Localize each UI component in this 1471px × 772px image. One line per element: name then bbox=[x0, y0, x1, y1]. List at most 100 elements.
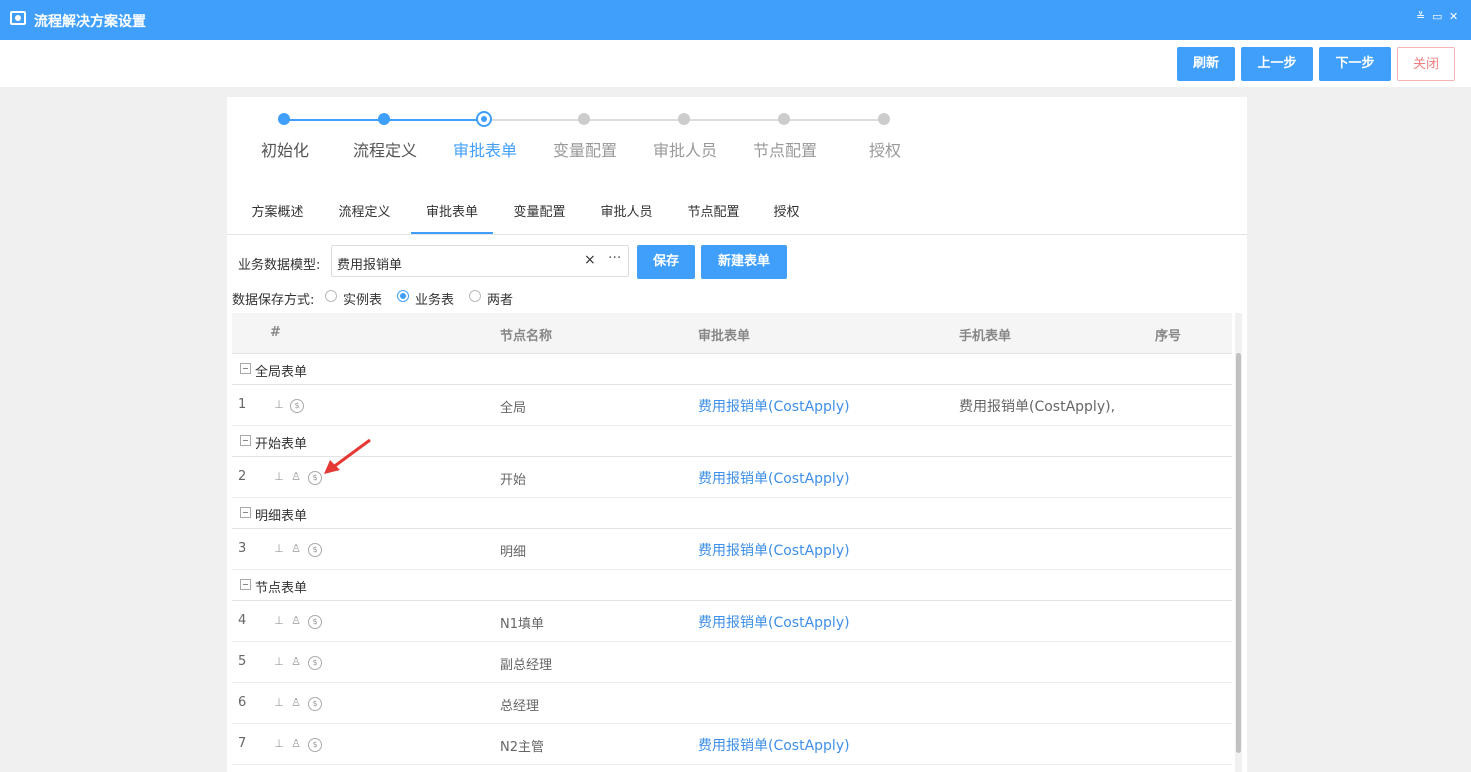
form-icon[interactable]: $ bbox=[290, 399, 304, 413]
step-label-6[interactable]: 节点配置 bbox=[735, 137, 835, 161]
stamp-icon[interactable]: ⊥ bbox=[273, 656, 285, 668]
user-icon[interactable]: ♙ bbox=[290, 656, 302, 668]
maximize-icon[interactable]: ▭ bbox=[1432, 10, 1442, 23]
header-node-name: 节点名称 bbox=[500, 329, 553, 344]
row-approval-form-link[interactable]: 费用报销单(CostApply) bbox=[698, 735, 850, 755]
tab-process-definition[interactable]: 流程定义 bbox=[327, 201, 402, 232]
step-label-7[interactable]: 授权 bbox=[835, 137, 935, 161]
grid-scrollbar[interactable] bbox=[1235, 313, 1242, 772]
row-node-name: N2主管 bbox=[500, 740, 544, 755]
table-row[interactable]: 4 ⊥ ♙ $ N1填单 费用报销单(CostApply) bbox=[232, 601, 1232, 642]
annotation-arrow-icon bbox=[324, 438, 371, 474]
table-row[interactable]: 1 ⊥ $ 全局 费用报销单(CostApply) 费用报销单(CostAppl… bbox=[232, 385, 1232, 426]
collapse-toggle-icon[interactable] bbox=[240, 363, 251, 374]
model-value: 费用报销单 bbox=[337, 258, 403, 273]
row-node-name: N1填单 bbox=[500, 617, 544, 632]
settings-app-icon bbox=[10, 11, 26, 25]
window-title: 流程解决方案设置 bbox=[34, 14, 146, 30]
stamp-icon[interactable]: ⊥ bbox=[273, 697, 285, 709]
group-row-global[interactable]: 全局表单 bbox=[232, 354, 1232, 385]
new-form-button[interactable]: 新建表单 bbox=[701, 245, 787, 279]
radio-instance-table-label[interactable]: 实例表 bbox=[343, 289, 382, 308]
stamp-icon[interactable]: ⊥ bbox=[273, 471, 285, 483]
table-row[interactable]: 2 ⊥ ♙ $ 开始 费用报销单(CostApply) bbox=[232, 457, 1232, 498]
form-grid: # 节点名称 审批表单 手机表单 序号 全局表单 1 ⊥ $ 全局 费用报销单(… bbox=[232, 313, 1242, 772]
prev-step-button[interactable]: 上一步 bbox=[1241, 47, 1313, 81]
tab-approval-form[interactable]: 审批表单 bbox=[411, 201, 493, 234]
collapse-toggle-icon[interactable] bbox=[240, 435, 251, 446]
table-row[interactable]: 6 ⊥ ♙ $ 总经理 bbox=[232, 683, 1232, 724]
row-index: 3 bbox=[238, 541, 247, 556]
step-label-2[interactable]: 流程定义 bbox=[335, 137, 435, 161]
row-approval-form-link[interactable]: 费用报销单(CostApply) bbox=[698, 540, 850, 560]
header-approval-form: 审批表单 bbox=[698, 329, 751, 344]
step-label-3[interactable]: 审批表单 bbox=[435, 137, 535, 161]
user-icon[interactable]: ♙ bbox=[290, 615, 302, 627]
row-node-name: 开始 bbox=[500, 473, 527, 488]
step-dot-3-current bbox=[476, 111, 492, 127]
tab-approvers[interactable]: 审批人员 bbox=[589, 201, 664, 232]
row-index: 4 bbox=[238, 613, 247, 628]
form-icon[interactable]: $ bbox=[308, 738, 322, 752]
stamp-icon[interactable]: ⊥ bbox=[273, 543, 285, 555]
form-icon[interactable]: $ bbox=[308, 543, 322, 557]
collapse-toggle-icon[interactable] bbox=[240, 579, 251, 590]
user-icon[interactable]: ♙ bbox=[290, 471, 302, 483]
step-label-1[interactable]: 初始化 bbox=[235, 137, 335, 161]
tab-authorization[interactable]: 授权 bbox=[764, 201, 809, 232]
header-mobile-form: 手机表单 bbox=[959, 329, 1012, 344]
table-row[interactable]: 7 ⊥ ♙ $ N2主管 费用报销单(CostApply) bbox=[232, 724, 1232, 765]
stamp-icon[interactable]: ⊥ bbox=[273, 615, 285, 627]
grid-header: # 节点名称 审批表单 手机表单 序号 bbox=[232, 313, 1232, 354]
refresh-button[interactable]: 刷新 bbox=[1177, 47, 1235, 81]
tab-overview[interactable]: 方案概述 bbox=[240, 201, 315, 232]
group-row-detail[interactable]: 明细表单 bbox=[232, 498, 1232, 529]
radio-both-label[interactable]: 两者 bbox=[487, 289, 513, 308]
stamp-icon[interactable]: ⊥ bbox=[273, 399, 285, 411]
header-order: 序号 bbox=[1155, 329, 1182, 344]
step-dot-1 bbox=[278, 113, 290, 125]
window-titlebar: 流程解决方案设置 ≚ ▭ ✕ bbox=[0, 0, 1471, 40]
step-label-5[interactable]: 审批人员 bbox=[635, 137, 735, 161]
row-approval-form-link[interactable]: 费用报销单(CostApply) bbox=[698, 396, 850, 416]
radio-instance-table[interactable] bbox=[325, 290, 337, 302]
close-button[interactable]: 关闭 bbox=[1397, 47, 1455, 81]
form-icon[interactable]: $ bbox=[308, 697, 322, 711]
model-label: 业务数据模型: bbox=[238, 258, 321, 273]
group-row-node[interactable]: 节点表单 bbox=[232, 570, 1232, 601]
row-index: 5 bbox=[238, 654, 247, 669]
row-node-name: 副总经理 bbox=[500, 658, 553, 673]
collapse-icon[interactable]: ≚ bbox=[1416, 10, 1425, 23]
step-dot-5 bbox=[678, 113, 690, 125]
step-dot-4 bbox=[578, 113, 590, 125]
tab-node-config[interactable]: 节点配置 bbox=[676, 201, 751, 232]
radio-both[interactable] bbox=[469, 290, 481, 302]
row-index: 6 bbox=[238, 695, 247, 710]
group-name: 节点表单 bbox=[255, 581, 308, 596]
save-button[interactable]: 保存 bbox=[637, 245, 695, 279]
stamp-icon[interactable]: ⊥ bbox=[273, 738, 285, 750]
user-icon[interactable]: ♙ bbox=[290, 738, 302, 750]
toolbar: 刷新 上一步 下一步 关闭 bbox=[0, 40, 1471, 87]
user-icon[interactable]: ♙ bbox=[290, 543, 302, 555]
group-row-start[interactable]: 开始表单 bbox=[232, 426, 1232, 457]
form-icon[interactable]: $ bbox=[308, 615, 322, 629]
form-icon[interactable]: $ bbox=[308, 656, 322, 670]
scrollbar-thumb[interactable] bbox=[1236, 353, 1241, 753]
step-dot-7 bbox=[878, 113, 890, 125]
radio-business-table[interactable] bbox=[397, 290, 409, 302]
model-input[interactable]: 费用报销单 × ··· bbox=[331, 245, 629, 277]
table-row[interactable]: 5 ⊥ ♙ $ 副总经理 bbox=[232, 642, 1232, 683]
step-label-4[interactable]: 变量配置 bbox=[535, 137, 635, 161]
row-approval-form-link[interactable]: 费用报销单(CostApply) bbox=[698, 612, 850, 632]
row-approval-form-link[interactable]: 费用报销单(CostApply) bbox=[698, 468, 850, 488]
clear-icon[interactable]: × bbox=[584, 252, 596, 268]
user-icon[interactable]: ♙ bbox=[290, 697, 302, 709]
more-icon[interactable]: ··· bbox=[608, 250, 621, 266]
radio-business-table-label[interactable]: 业务表 bbox=[415, 289, 454, 308]
tab-variable-config[interactable]: 变量配置 bbox=[502, 201, 577, 232]
close-window-icon[interactable]: ✕ bbox=[1449, 10, 1458, 23]
table-row[interactable]: 3 ⊥ ♙ $ 明细 费用报销单(CostApply) bbox=[232, 529, 1232, 570]
collapse-toggle-icon[interactable] bbox=[240, 507, 251, 518]
next-step-button[interactable]: 下一步 bbox=[1319, 47, 1391, 81]
